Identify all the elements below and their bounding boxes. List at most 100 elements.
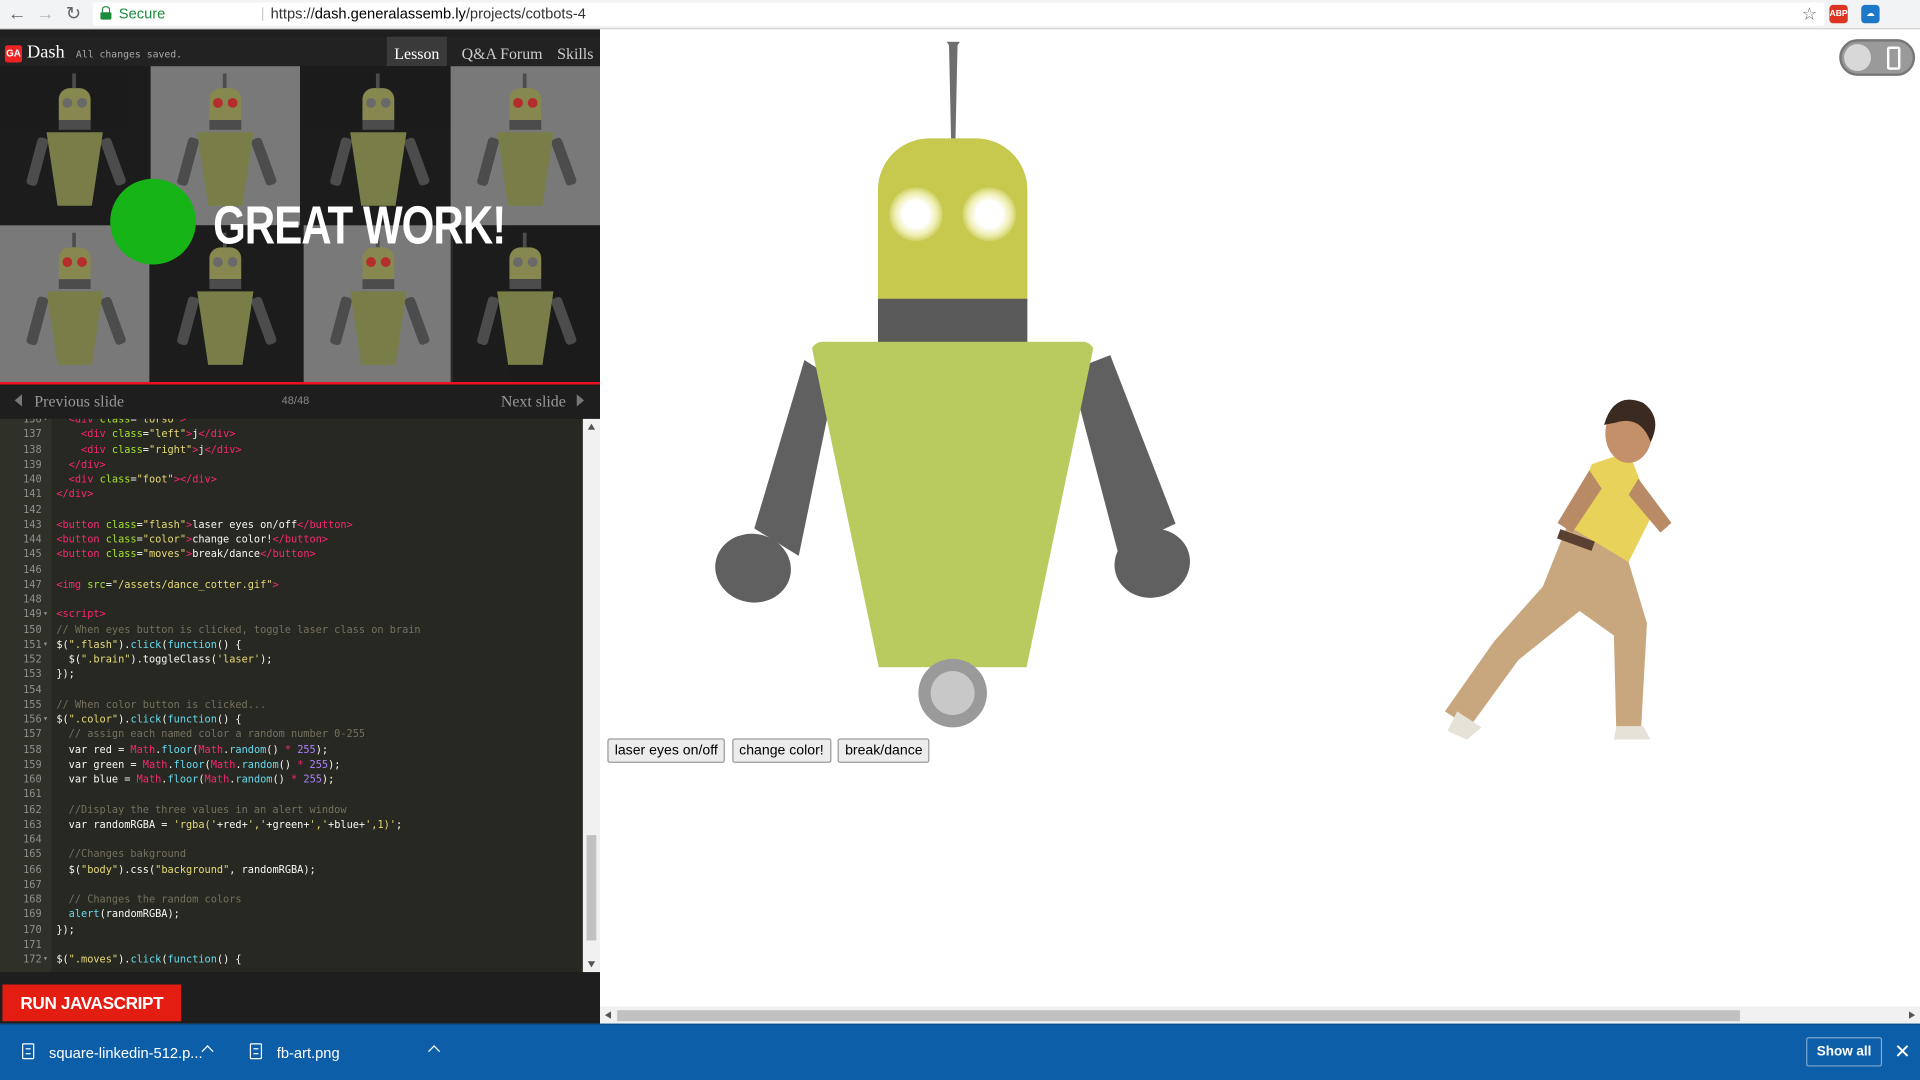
line-number: 136 — [23, 418, 42, 425]
code-line[interactable]: 137 <div class="left">j</div> — [0, 426, 583, 441]
slide-heading: GREAT WORK! — [213, 195, 506, 256]
lesson-slide: GREAT WORK! — [0, 66, 601, 385]
back-icon[interactable]: ← — [6, 4, 28, 26]
fold-toggle-icon[interactable]: ▾ — [43, 636, 48, 651]
show-all-button[interactable]: Show all — [1806, 1037, 1883, 1067]
previous-slide-link[interactable]: Previous slide — [34, 392, 124, 412]
code-line[interactable]: 149 ▾ <script> — [0, 606, 583, 621]
code-text: // assign each named color a random numb… — [68, 727, 366, 740]
code-line[interactable]: 166 $("body").css("background", randomRG… — [0, 861, 583, 876]
code-text: // When color button is clicked... — [56, 697, 267, 710]
code-line[interactable]: 150 // When eyes button is clicked, toggl… — [0, 621, 583, 636]
line-number: 167 — [23, 877, 42, 890]
success-dot — [110, 178, 196, 265]
file-icon — [22, 1043, 35, 1060]
fold-toggle-icon[interactable]: ▾ — [43, 951, 48, 966]
adblock-extension-icon[interactable]: ABP — [1829, 4, 1848, 24]
fold-toggle-icon[interactable]: ▾ — [43, 606, 48, 621]
code-line[interactable]: 148 — [0, 591, 583, 606]
code-line[interactable]: 165 //Changes bakground — [0, 846, 583, 861]
chevron-up-icon[interactable] — [201, 1045, 214, 1058]
code-line[interactable]: 159 var green = Math.floor(Math.random()… — [0, 756, 583, 771]
code-line[interactable]: 153}); — [0, 666, 583, 681]
code-line[interactable]: 164 — [0, 831, 583, 846]
code-line[interactable]: 168 // Changes the random colors — [0, 891, 583, 906]
code-line[interactable]: 171 — [0, 936, 583, 951]
url-host: dash.generalassemb.ly — [314, 4, 466, 23]
change-color-button[interactable]: change color! — [731, 738, 832, 763]
scroll-down-icon[interactable] — [587, 961, 596, 968]
code-line[interactable]: 160 var blue = Math.floor(Math.random() … — [0, 771, 583, 786]
code-line[interactable]: 136▾ <div class="torso"> — [0, 419, 583, 427]
code-line[interactable]: 167 — [0, 876, 583, 891]
code-line[interactable]: 141 </div> — [0, 486, 583, 501]
code-line[interactable]: 142 — [0, 501, 583, 516]
download-filename: square-linkedin-512.p... — [48, 1044, 203, 1062]
line-number: 147 — [23, 577, 42, 590]
code-line[interactable]: 138 <div class="right">j</div> — [0, 441, 583, 456]
scroll-up-icon[interactable] — [587, 423, 596, 430]
fold-toggle-icon[interactable]: ▾ — [43, 711, 48, 726]
slide-counter: 48/48 — [281, 394, 310, 407]
code-line[interactable]: 172 ▾ $(".moves").click(function() { — [0, 951, 583, 966]
robot-torso — [810, 341, 1095, 668]
preview-scroll-thumb[interactable] — [617, 1010, 1741, 1022]
bookmark-star-icon[interactable]: ☆ — [1802, 2, 1817, 25]
code-line[interactable]: 152 $(".brain").toggleClass('laser'); — [0, 651, 583, 666]
code-line[interactable]: 140 <div class="foot"></div> — [0, 471, 583, 486]
code-line[interactable]: 157 // assign each named color a random … — [0, 726, 583, 741]
browser-window: ← → ↻ Secure https://dash.generalassemb.… — [0, 0, 1920, 1080]
code-line[interactable]: 139 </div> — [0, 456, 583, 471]
browser-toolbar: ← → ↻ Secure https://dash.generalassemb.… — [0, 0, 1920, 30]
line-number: 169 — [23, 907, 42, 920]
mobile-view-toggle[interactable] — [1839, 39, 1916, 76]
secure-label: Secure — [118, 4, 166, 23]
code-line[interactable]: 156 ▾ $(".color").click(function() { — [0, 711, 583, 726]
code-line[interactable]: 163 var randomRGBA = 'rgba('+red+','+gre… — [0, 816, 583, 831]
reload-icon[interactable]: ↻ — [62, 4, 84, 26]
code-line[interactable]: 169 alert(randomRGBA); — [0, 906, 583, 921]
download-shelf: square-linkedin-512.p... fb-art.png Show… — [0, 1023, 1920, 1080]
code-line[interactable]: 158 var red = Math.floor(Math.random() *… — [0, 741, 583, 756]
line-number: 141 — [23, 487, 42, 500]
line-number: 146 — [23, 562, 42, 575]
line-number: 139 — [23, 457, 42, 470]
scroll-left-icon[interactable] — [604, 1011, 612, 1019]
code-text: <button class="flash">laser eyes on/off<… — [56, 517, 353, 530]
code-line[interactable]: 144 <button class="color">change color!</… — [0, 531, 583, 546]
cloud-extension-icon[interactable]: ☁ — [1861, 4, 1880, 24]
close-icon[interactable]: ✕ — [1894, 1040, 1910, 1064]
code-line[interactable]: 147 <img src="/assets/dance_cotter.gif"> — [0, 576, 583, 591]
code-line[interactable]: 170}); — [0, 921, 583, 936]
code-text: var randomRGBA = 'rgba('+red+','+green+'… — [56, 817, 403, 830]
editor-scrollbar[interactable] — [582, 418, 601, 973]
next-arrow-icon[interactable] — [576, 394, 585, 407]
preview-horizontal-scrollbar[interactable] — [600, 1006, 1920, 1024]
address-bar[interactable]: Secure https://dash.generalassemb.ly/pro… — [93, 2, 1825, 26]
forward-icon[interactable]: → — [34, 4, 56, 26]
next-slide-link[interactable]: Next slide — [501, 392, 566, 412]
break-dance-button[interactable]: break/dance — [837, 738, 930, 763]
code-text: //Changes bakground — [68, 847, 187, 860]
fold-toggle-icon[interactable]: ▾ — [43, 419, 48, 427]
code-line[interactable]: 146 — [0, 561, 583, 576]
code-line[interactable]: 162 //Display the three values in an ale… — [0, 801, 583, 816]
chevron-up-icon[interactable] — [428, 1045, 441, 1058]
code-line[interactable]: 154 — [0, 681, 583, 696]
run-javascript-button[interactable]: RUN JAVASCRIPT — [2, 984, 182, 1022]
line-number: 170 — [23, 922, 42, 935]
robot-antenna-tip — [946, 41, 961, 52]
scroll-right-icon[interactable] — [1908, 1011, 1916, 1019]
prev-arrow-icon[interactable] — [14, 394, 23, 407]
line-number: 161 — [23, 787, 42, 800]
code-line[interactable]: 161 — [0, 786, 583, 801]
code-line[interactable]: 151 ▾ $(".flash").click(function() { — [0, 636, 583, 651]
code-line[interactable]: 155 // When color button is clicked... — [0, 696, 583, 711]
code-line[interactable]: 143 <button class="flash">laser eyes on/o… — [0, 516, 583, 531]
file-icon — [249, 1043, 263, 1060]
code-editor[interactable]: 136▾ <div class="torso">137 <div class="… — [0, 418, 601, 973]
code-line[interactable]: 145 <button class="moves">break/dance</bu… — [0, 546, 583, 561]
laser-eyes-button[interactable]: laser eyes on/off — [607, 738, 726, 763]
editor-scroll-thumb[interactable] — [586, 835, 597, 941]
phone-icon — [1886, 46, 1901, 70]
